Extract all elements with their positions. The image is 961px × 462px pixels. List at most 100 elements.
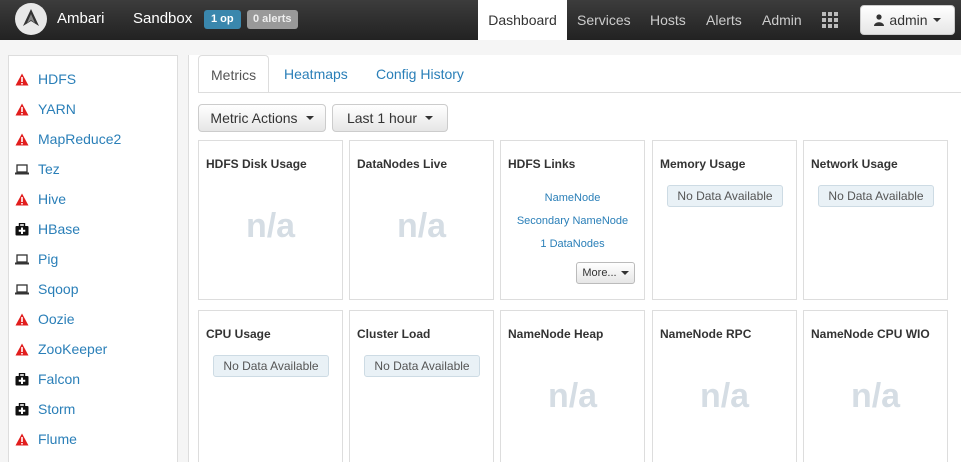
widget-value: n/a (699, 377, 750, 415)
medkit-icon (13, 402, 31, 416)
widget-namenode-cpu-wio[interactable]: NameNode CPU WIO n/a (803, 310, 948, 462)
alert-triangle-icon (13, 342, 31, 356)
medkit-icon (13, 372, 31, 386)
brand-name[interactable]: Ambari (57, 10, 105, 27)
tab-config-history[interactable]: Config History (376, 55, 464, 93)
sidebar-item-label: Sqoop (38, 281, 79, 297)
sidebar-item-label: Hive (38, 191, 67, 207)
sidebar-item-label: HBase (38, 221, 81, 237)
cluster-name[interactable]: Sandbox (133, 10, 192, 27)
tab-heatmaps[interactable]: Heatmaps (284, 55, 348, 93)
ambari-logo-icon (23, 9, 39, 26)
link-namenode[interactable]: NameNode (501, 192, 644, 204)
widget-title: Memory Usage (660, 157, 746, 171)
widget-title: DataNodes Live (357, 157, 448, 171)
widget-title: NameNode Heap (508, 327, 604, 341)
chevron-down-icon (305, 116, 314, 120)
chevron-down-icon (425, 116, 434, 120)
widget-cpu-usage[interactable]: CPU Usage No Data Available (198, 310, 343, 462)
sidebar-item-mapreduce2[interactable]: MapReduce2 (13, 129, 121, 149)
widget-value: n/a (245, 207, 296, 245)
sidebar-item-yarn[interactable]: YARN (13, 99, 76, 119)
widget-value: n/a (850, 377, 901, 415)
widget-title: NameNode RPC (660, 327, 752, 341)
sidebar-item-oozie[interactable]: Oozie (13, 309, 75, 329)
widget-title: HDFS Links (508, 157, 576, 171)
sidebar-item-label: Pig (38, 251, 59, 267)
time-range-label: Last 1 hour (346, 110, 418, 126)
user-menu-button[interactable]: admin (860, 5, 955, 35)
laptop-icon (13, 252, 31, 266)
sidebar-item-pig[interactable]: Pig (13, 249, 58, 269)
sidebar-item-falcon[interactable]: Falcon (13, 369, 80, 389)
widget-title: Cluster Load (357, 327, 431, 341)
metric-actions-label: Metric Actions (210, 110, 298, 126)
nav-dashboard[interactable]: Dashboard (478, 0, 567, 40)
alert-triangle-icon (13, 132, 31, 146)
chevron-down-icon (620, 271, 629, 275)
more-label: More... (582, 267, 617, 279)
sidebar-item-label: YARN (38, 101, 76, 117)
sidebar-item-label: HDFS (38, 71, 77, 87)
more-links-button[interactable]: More... (576, 262, 635, 284)
ambari-logo[interactable] (15, 3, 47, 35)
sidebar-item-label: MapReduce2 (38, 131, 122, 147)
alert-triangle-icon (13, 312, 31, 326)
apps-grid-icon[interactable] (822, 12, 839, 29)
sidebar-item-label: Tez (38, 161, 60, 177)
sidebar-item-tez[interactable]: Tez (13, 159, 60, 179)
ops-badge[interactable]: 1 op (204, 10, 241, 29)
alert-triangle-icon (13, 192, 31, 206)
no-data-label: No Data Available (818, 185, 934, 207)
widget-title: HDFS Disk Usage (206, 157, 307, 171)
sidebar-item-label: ZooKeeper (38, 341, 108, 357)
sidebar-item-label: Falcon (38, 371, 81, 387)
laptop-icon (13, 282, 31, 296)
alert-triangle-icon (13, 72, 31, 86)
alert-triangle-icon (13, 102, 31, 116)
tab-divider (198, 92, 961, 93)
user-name: admin (889, 12, 928, 28)
sidebar-item-hbase[interactable]: HBase (13, 219, 80, 239)
user-icon (874, 14, 885, 26)
widget-title: NameNode CPU WIO (811, 327, 930, 341)
widget-namenode-heap[interactable]: NameNode Heap n/a (500, 310, 645, 462)
time-range-button[interactable]: Last 1 hour (332, 104, 448, 132)
link-secondary-namenode[interactable]: Secondary NameNode (501, 215, 644, 227)
nav-hosts[interactable]: Hosts (650, 0, 686, 40)
alert-triangle-icon (13, 432, 31, 446)
widget-memory-usage[interactable]: Memory Usage No Data Available (652, 140, 797, 300)
sidebar-item-flume[interactable]: Flume (13, 429, 77, 449)
alerts-badge[interactable]: 0 alerts (247, 10, 298, 29)
chevron-down-icon (932, 18, 941, 22)
widget-namenode-rpc[interactable]: NameNode RPC n/a (652, 310, 797, 462)
sidebar-item-label: Storm (38, 401, 76, 417)
sidebar-item-sqoop[interactable]: Sqoop (13, 279, 78, 299)
widget-value: n/a (396, 207, 447, 245)
no-data-label: No Data Available (213, 355, 329, 377)
sidebar-item-zookeeper[interactable]: ZooKeeper (13, 339, 107, 359)
sidebar-item-hive[interactable]: Hive (13, 189, 66, 209)
laptop-icon (13, 162, 31, 176)
no-data-label: No Data Available (667, 185, 783, 207)
sidebar-item-label: Flume (38, 431, 77, 447)
sidebar-item-label: Oozie (38, 311, 75, 327)
metric-actions-button[interactable]: Metric Actions (198, 104, 326, 132)
widget-hdfs-disk-usage[interactable]: HDFS Disk Usage n/a (198, 140, 343, 300)
medkit-icon (13, 222, 31, 236)
tab-metrics[interactable]: Metrics (198, 55, 270, 93)
top-navbar: Ambari Sandbox 1 op 0 alerts Dashboard S… (0, 0, 961, 40)
widget-title: CPU Usage (206, 327, 271, 341)
widget-network-usage[interactable]: Network Usage No Data Available (803, 140, 948, 300)
nav-admin[interactable]: Admin (762, 0, 802, 40)
widget-title: Network Usage (811, 157, 898, 171)
sidebar-item-storm[interactable]: Storm (13, 399, 75, 419)
nav-alerts[interactable]: Alerts (706, 0, 742, 40)
widget-value: n/a (547, 377, 598, 415)
link-datanodes[interactable]: 1 DataNodes (501, 238, 644, 250)
widget-cluster-load[interactable]: Cluster Load No Data Available (349, 310, 494, 462)
nav-services[interactable]: Services (577, 0, 631, 40)
sidebar-item-hdfs[interactable]: HDFS (13, 69, 76, 89)
widget-datanodes-live[interactable]: DataNodes Live n/a (349, 140, 494, 300)
no-data-label: No Data Available (364, 355, 480, 377)
